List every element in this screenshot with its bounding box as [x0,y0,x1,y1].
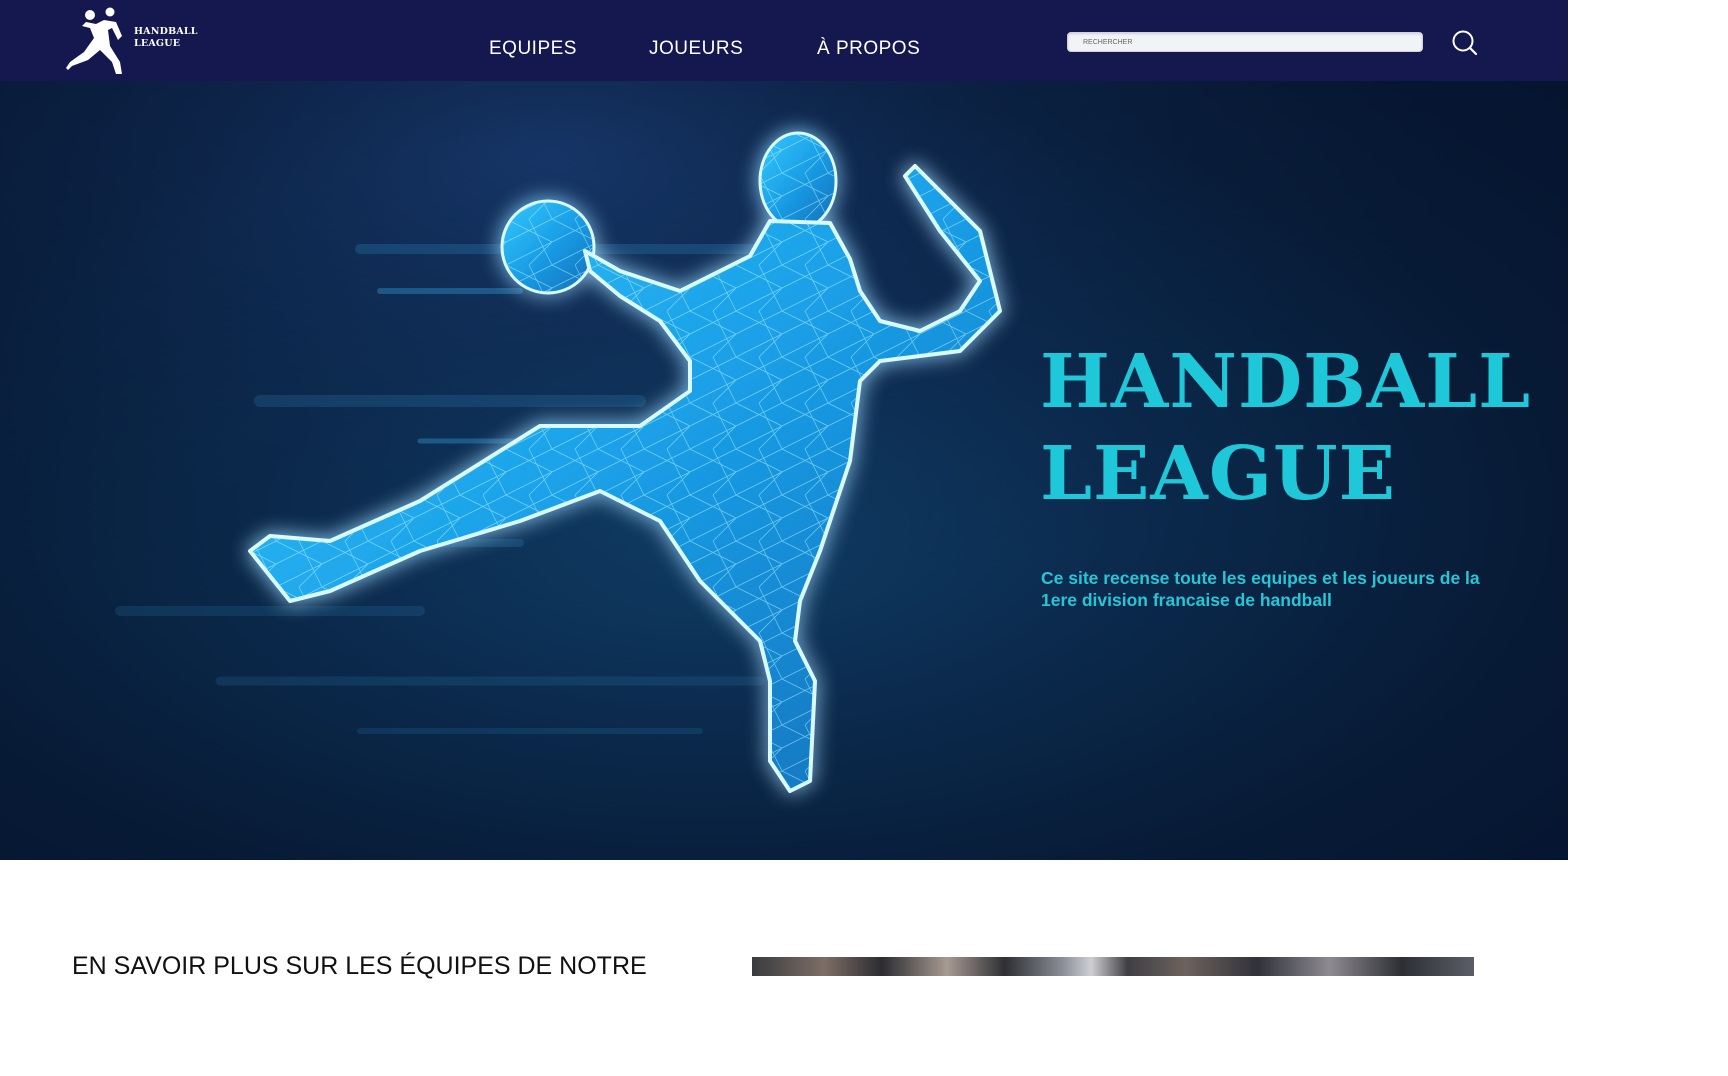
nav-item-a-propos[interactable]: À PROPOS [817,38,920,60]
section-title: EN SAVOIR PLUS SUR LES ÉQUIPES DE NOTRE [72,952,647,980]
search-input[interactable] [1067,32,1423,52]
nav-item-equipes[interactable]: EQUIPES [489,38,577,60]
match-photo [752,957,1474,976]
site-header: HANDBALL LEAGUE EQUIPES JOUEURS À PROPOS [0,0,1568,81]
search-button[interactable] [1449,28,1479,58]
hero-subtitle: Ce site recense toute les equipes et les… [1041,568,1480,610]
nav-item-joueurs[interactable]: JOUEURS [649,38,743,60]
search-icon [1452,30,1478,56]
hero-banner: HANDBALL LEAGUE Ce site recense toute le… [0,81,1568,860]
hero-title: HANDBALL LEAGUE [1040,339,1532,517]
